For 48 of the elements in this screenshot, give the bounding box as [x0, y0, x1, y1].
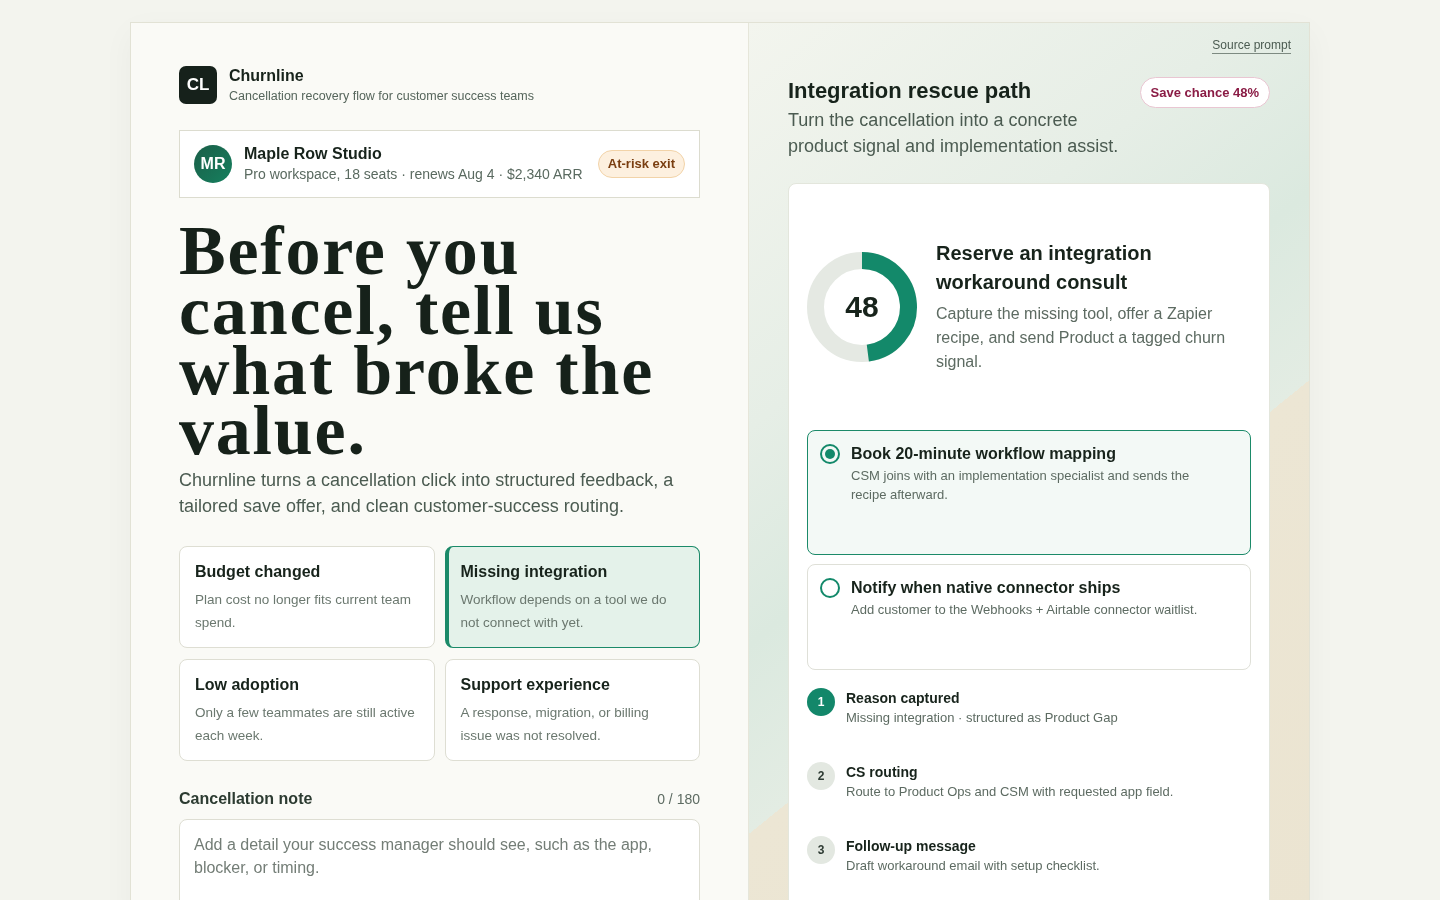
avatar: MR [194, 145, 232, 183]
plan-title: Reserve an integration workaround consult [936, 241, 1153, 295]
option-card[interactable]: Book 20-minute workflow mapping CSM joins with an implementation specialist and sends the recipe afterward. [807, 430, 1251, 555]
logo: CL [179, 66, 217, 104]
status-badge: At-risk exit [597, 150, 685, 178]
brand-tagline: Cancellation recovery flow for customer success teams [229, 88, 534, 105]
reason-card[interactable]: Missing integration Workflow depends on a tool we do not connect with yet. [444, 546, 700, 648]
reason-title: Budget changed [195, 562, 322, 582]
radio-button[interactable] [820, 578, 840, 598]
step-description: Route to Product Ops and CSM with requested app field. [846, 783, 1174, 801]
reason-description: A response, migration, or billing issue was not resolved. [460, 704, 650, 745]
brand-name: Churnline [229, 66, 305, 86]
plan-description: Capture the missing tool, offer a Zapier recipe, and send Product a tagged churn signal. [936, 304, 1227, 372]
step-title: Follow-up message [846, 837, 977, 856]
option-description: Add customer to the Webhooks + Airtable connector waitlist. [851, 601, 1199, 619]
panel-title: Integration rescue path [788, 77, 1033, 105]
reason-card[interactable]: Support experience A response, migration, or billing issue was not resolved. [444, 659, 700, 761]
option-description: CSM joins with an implementation specialist and sends the recipe afterward. [851, 467, 1191, 504]
source-prompt-link[interactable]: Source prompt [1212, 38, 1291, 54]
customer-name: Maple Row Studio [244, 144, 383, 164]
option-card[interactable]: Notify when native connector ships Add customer to the Webhooks + Airtable connector waitlist. [807, 564, 1251, 670]
step-number: 2 [807, 762, 835, 790]
chance-badge: Save chance 48% [1139, 77, 1270, 108]
step-title: CS routing [846, 763, 919, 782]
step-title: Reason captured [846, 689, 961, 708]
character-count: 0 / 180 [657, 790, 700, 809]
step-description: Missing integration · structured as Product Gap [846, 709, 1118, 727]
reason-card[interactable]: Budget changed Plan cost no longer fits current team spend. [179, 546, 435, 648]
reason-card[interactable]: Low adoption Only a few teammates are still active each week. [179, 659, 435, 761]
option-title: Notify when native connector ships [851, 578, 1122, 598]
radio-button[interactable] [820, 444, 840, 464]
reason-description: Workflow depends on a tool we do not connect with yet. [460, 591, 668, 632]
reason-title: Low adoption [195, 675, 300, 695]
headline: Before you cancel, tell us what broke the value. [179, 221, 656, 461]
reason-description: Plan cost no longer fits current team spend. [195, 591, 413, 632]
note-input[interactable]: Add a detail your success manager should see, such as the app, blocker, or timing. [179, 819, 700, 900]
panel-subtitle: Turn the cancellation into a concrete product signal and implementation assist. [788, 109, 1120, 158]
step-number: 1 [807, 688, 835, 716]
option-title: Book 20-minute workflow mapping [851, 444, 1117, 464]
customer-details: Pro workspace, 18 seats · renews Aug 4 · $2,340 ARR [244, 165, 584, 184]
reason-title: Support experience [460, 675, 611, 695]
reason-title: Missing integration [460, 562, 609, 582]
note-label: Cancellation note [179, 789, 313, 809]
score-value: 48 [844, 289, 880, 324]
step-number: 3 [807, 836, 835, 864]
intro-text: Churnline turns a cancellation click into structured feedback, a tailored save offer, and clean customer-success routing. [179, 469, 675, 518]
reason-description: Only a few teammates are still active each week. [195, 704, 416, 745]
step-description: Draft workaround email with setup checklist. [846, 857, 1100, 875]
